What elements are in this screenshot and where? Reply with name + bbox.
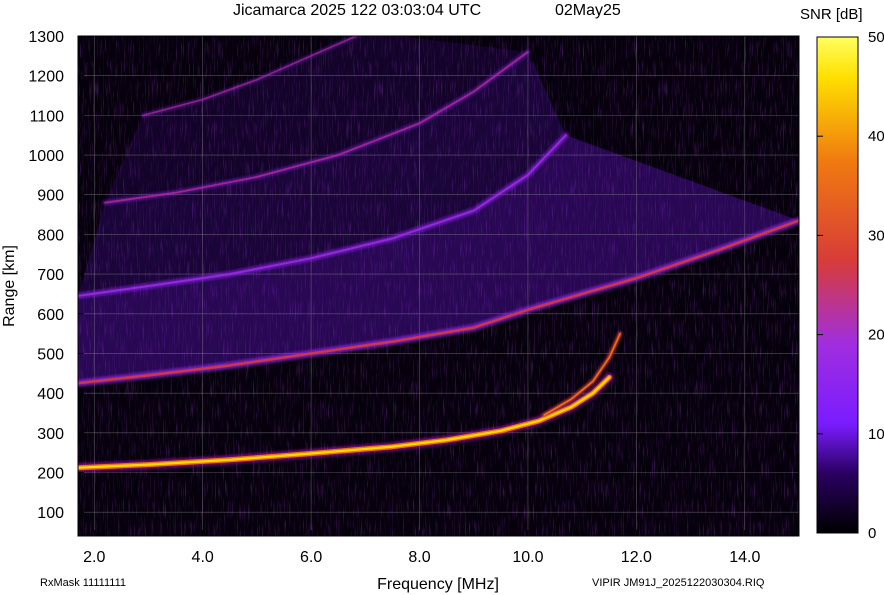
x-tick-label-4: 10.0 (512, 549, 543, 566)
colorbar-tick-label-5: 50 (868, 29, 884, 46)
y-axis-ticks: 100 200 300 400 500 600 700 800 900 1000 1100 1200 1… (28, 29, 84, 522)
y-tick-label-10: 1100 (30, 108, 65, 125)
y-tick-label-2: 300 (37, 426, 64, 443)
x-tick-label-0: 2.0 (83, 549, 105, 566)
x-tick-label-5: 12.0 (621, 549, 652, 566)
y-tick-label-8: 900 (37, 188, 64, 205)
y-tick-label-7: 800 (37, 227, 64, 244)
chart-title: Jicamarca 2025 122 03:03:04 UTC (233, 2, 481, 19)
x-tick-label-6: 14.0 (729, 549, 760, 566)
colorbar-gradient (816, 36, 859, 534)
colorbar-tick-label-2: 20 (868, 327, 884, 344)
ionogram-chart: Jicamarca 2025 122 03:03:04 UTC 02May25 … (1, 2, 884, 593)
x-axis-label: Frequency [MHz] (377, 576, 499, 593)
y-tick-label-11: 1200 (28, 69, 64, 86)
colorbar-tick-label-1: 10 (868, 426, 884, 443)
y-tick-label-12: 1300 (28, 29, 64, 46)
footer-right: VIPIR JM91J_2025122030304.RIQ (592, 577, 765, 589)
y-tick-label-5: 600 (37, 307, 64, 324)
y-axis-label: Range [km] (1, 245, 18, 327)
y-tick-label-3: 400 (37, 386, 64, 403)
y-tick-label-9: 1000 (28, 148, 64, 165)
y-tick-label-0: 100 (37, 505, 64, 522)
colorbar-label: SNR [dB] (800, 6, 863, 23)
date-label: 02May25 (555, 2, 621, 19)
y-tick-label-4: 500 (37, 346, 64, 363)
colorbar-tick-label-3: 30 (868, 227, 884, 244)
y-tick-label-1: 200 (37, 466, 64, 483)
x-tick-label-3: 8.0 (408, 549, 430, 566)
colorbar: SNR [dB] 0 10 20 30 40 50 (800, 6, 884, 542)
y-tick-label-6: 700 (37, 267, 64, 284)
colorbar-tick-label-0: 0 (868, 525, 876, 542)
plot-area (77, 35, 800, 537)
footer-left: RxMask 11111111 (40, 577, 126, 589)
colorbar-tick-label-4: 40 (868, 128, 884, 145)
x-tick-label-2: 6.0 (300, 549, 322, 566)
x-tick-label-1: 4.0 (192, 549, 214, 566)
